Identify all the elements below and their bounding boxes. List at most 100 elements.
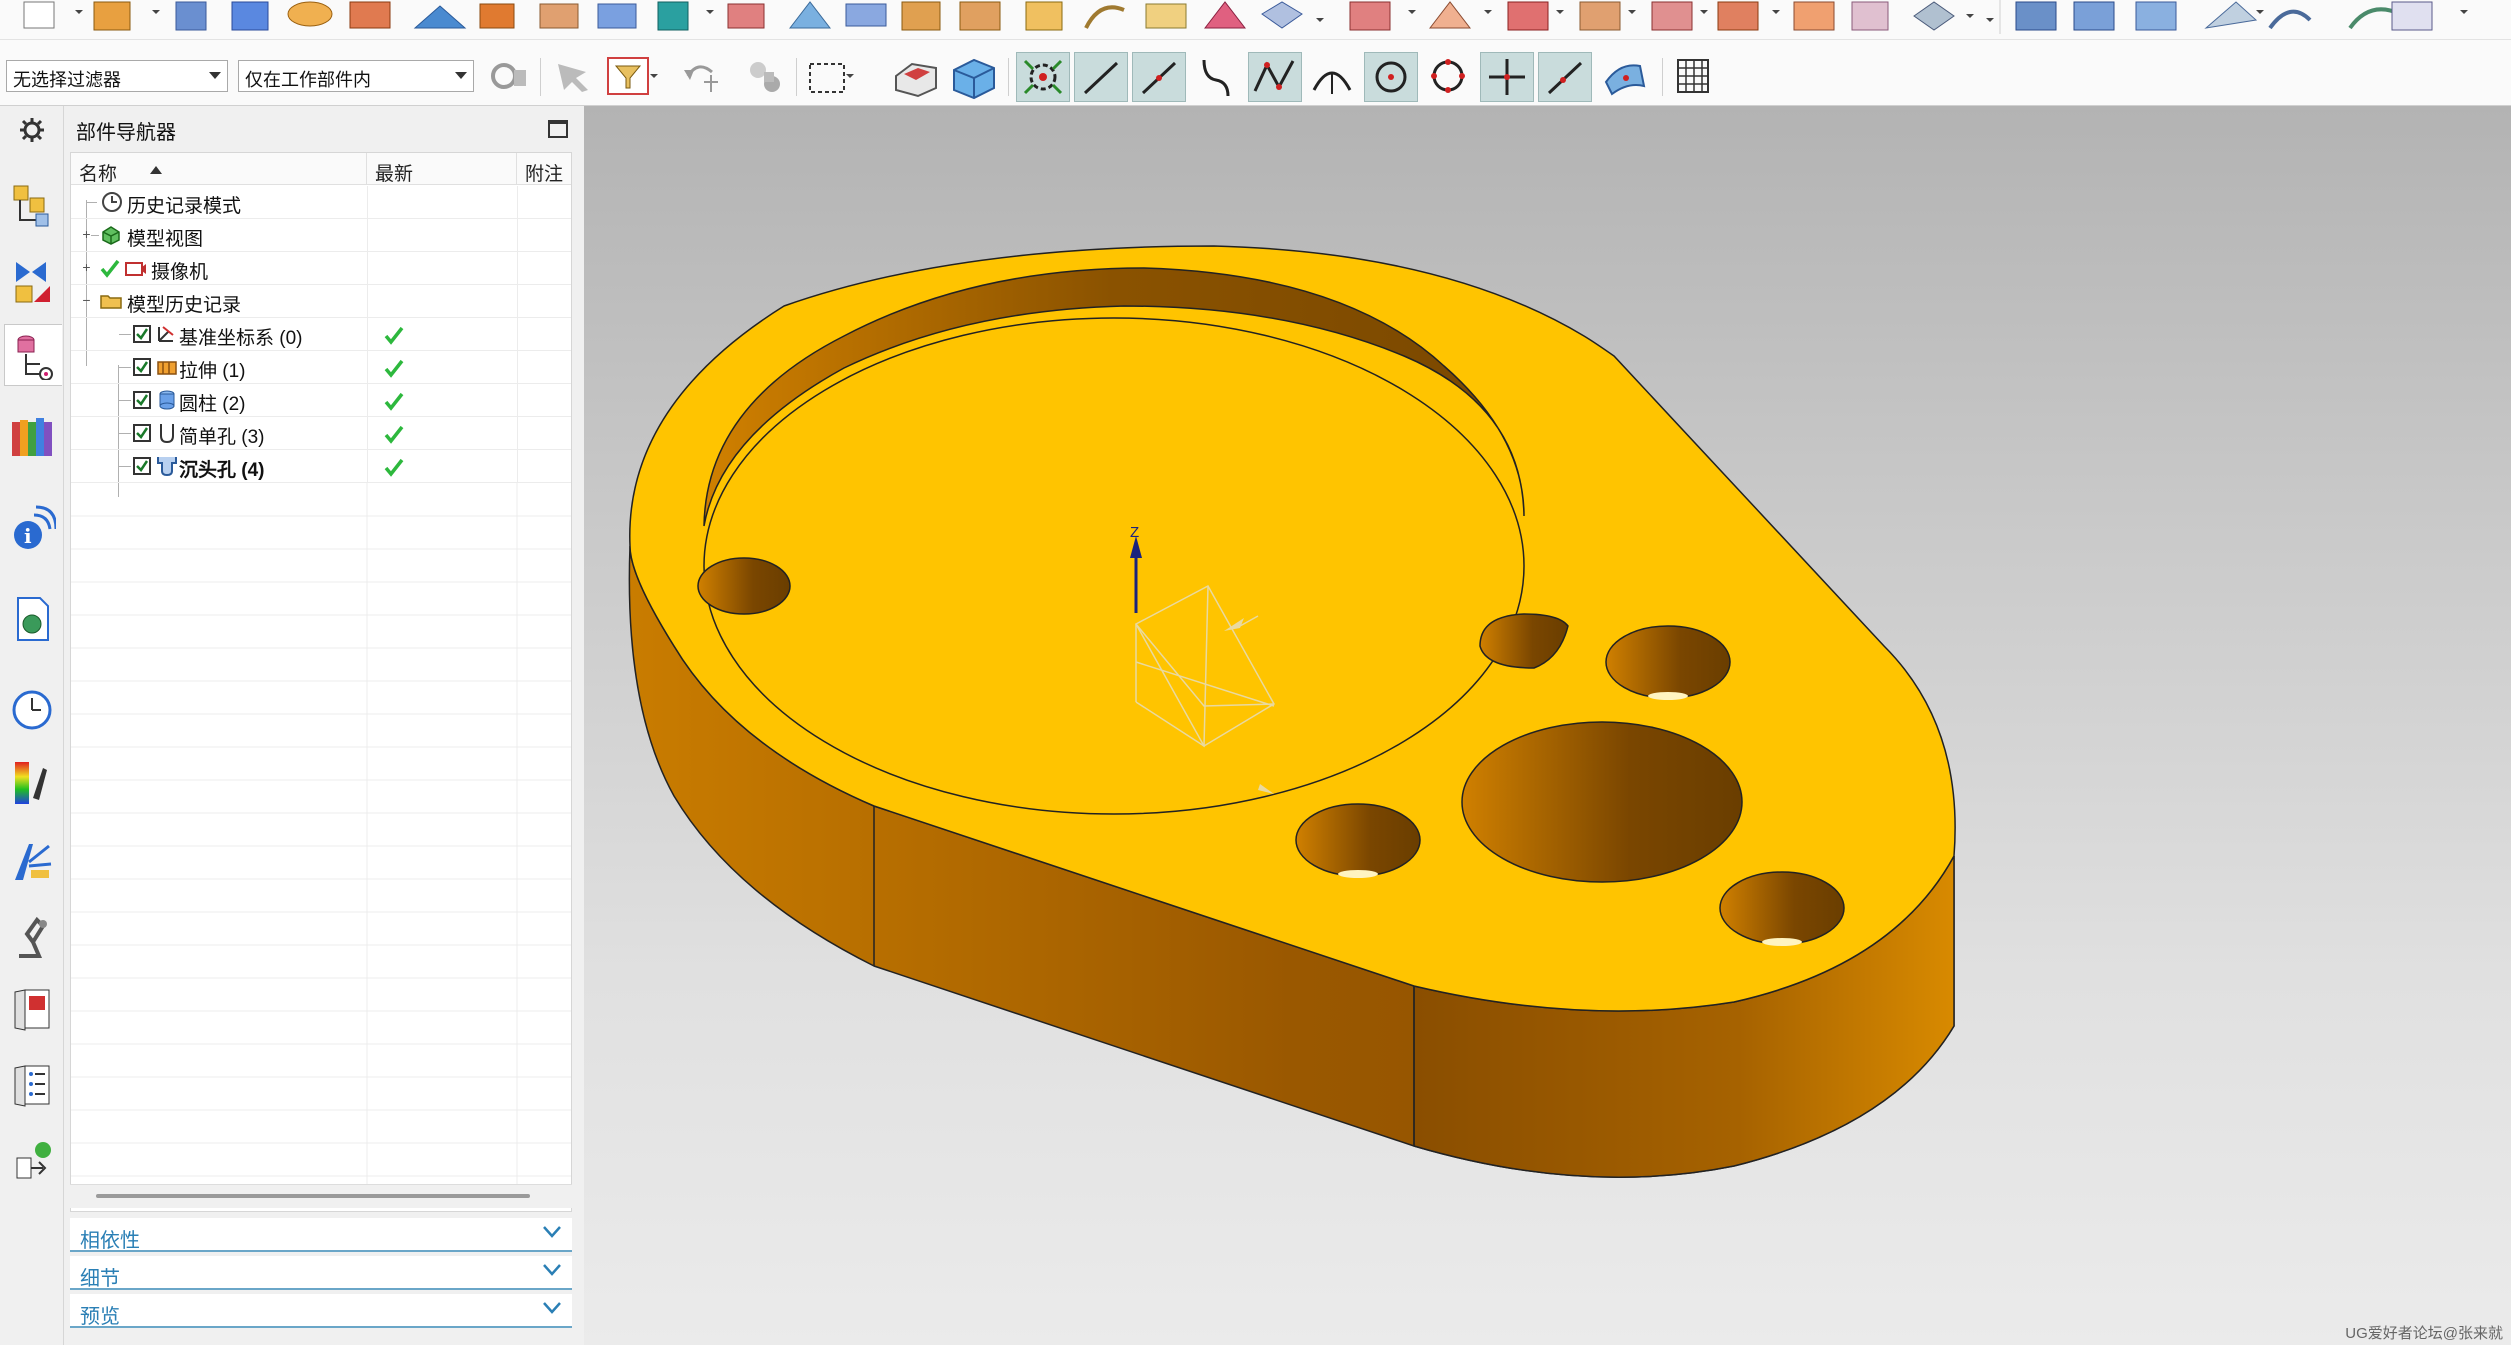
snap-grid-button[interactable]	[1668, 52, 1722, 102]
small-hole-left	[697, 557, 791, 615]
part-model[interactable]	[584, 106, 2511, 1345]
type-filter-combo[interactable]: 无选择过滤器	[6, 60, 228, 92]
column-header-latest[interactable]: 最新	[367, 153, 517, 185]
maximize-icon[interactable]	[548, 120, 568, 138]
tree-connector	[119, 433, 131, 434]
hole-middle	[1295, 803, 1421, 877]
snap-arc-center-button[interactable]	[1306, 52, 1360, 102]
checkbox-tick-icon	[136, 427, 149, 439]
cell-divider	[367, 186, 368, 219]
snap-point-on-face-button[interactable]	[1600, 52, 1654, 102]
resource-bar-settings[interactable]	[4, 110, 60, 150]
selection-scope-combo[interactable]: 仅在工作部件内	[238, 60, 474, 92]
rectangle-select-button[interactable]	[804, 52, 858, 102]
tree-node-model-views[interactable]: + 模型视图	[71, 219, 571, 252]
roles-book-icon	[14, 989, 50, 1031]
circle-center-icon	[1375, 61, 1407, 93]
camera-icon	[125, 262, 146, 276]
model-view-icon	[102, 226, 120, 245]
column-header-attach[interactable]: 附注	[517, 153, 571, 185]
undo-select-button[interactable]	[674, 52, 728, 102]
import-palette-tab[interactable]	[4, 1130, 60, 1192]
manufacturing-wizards-tab[interactable]	[4, 906, 60, 968]
snap-control-point-button[interactable]	[1190, 52, 1244, 102]
suppress-checkbox[interactable]	[133, 457, 151, 475]
tree-node-counterbore-hole[interactable]: 沉头孔 (4)	[71, 450, 571, 483]
snap-point-on-curve-button[interactable]	[1538, 52, 1592, 102]
point-on-curve-icon	[1547, 61, 1583, 95]
system-scene-tab[interactable]	[4, 1054, 60, 1116]
cell-divider	[517, 318, 518, 351]
column-header-name[interactable]: 名称	[71, 153, 367, 185]
tree-node-cameras[interactable]: + 摄像机	[71, 252, 571, 285]
ribbon-feature-icons[interactable]	[0, 0, 2511, 40]
history-palette-tab[interactable]	[4, 588, 60, 650]
snap-existing-point-button[interactable]	[1480, 52, 1534, 102]
axis-z-label: Z	[1130, 524, 1140, 541]
hole-bottom-accent	[1762, 938, 1802, 946]
snap-circle-center-button[interactable]	[1364, 52, 1418, 102]
column-header-attach-label: 附注	[525, 164, 564, 185]
chevron-down-icon	[209, 72, 221, 79]
assembly-navigator-icon	[13, 185, 49, 227]
cell-divider	[517, 417, 518, 450]
process-studio-tab[interactable]	[4, 830, 60, 892]
marquee-icon	[809, 63, 854, 93]
tree-node-simple-hole[interactable]: 简单孔 (3)	[71, 417, 571, 450]
history-tab[interactable]	[4, 678, 60, 740]
cell-divider	[367, 384, 368, 417]
scrollbar-thumb[interactable]	[96, 1194, 530, 1198]
checkbox-tick-icon	[136, 460, 149, 472]
select-body-button[interactable]	[946, 52, 1000, 102]
hole-bottom-accent	[1648, 692, 1688, 700]
tree-node-cylinder[interactable]: 圆柱 (2)	[71, 384, 571, 417]
snap-midpoint-button[interactable]	[1132, 52, 1186, 102]
endpoint-icon	[1083, 61, 1119, 95]
snap-endpoint-button[interactable]	[1074, 52, 1128, 102]
chevron-down-icon	[543, 1264, 561, 1276]
snap-point-icon	[1023, 59, 1063, 95]
select-component-button[interactable]	[548, 52, 602, 102]
part-navigator-tab[interactable]	[4, 324, 62, 386]
palette-gradient-icon	[15, 762, 47, 804]
tree-connector	[87, 202, 97, 203]
filter-icon	[607, 57, 658, 95]
assembly-navigator-tab[interactable]	[4, 174, 60, 236]
details-section[interactable]: 细节	[70, 1256, 572, 1290]
select-faces-button[interactable]	[888, 52, 942, 102]
snap-quadrant-button[interactable]	[1422, 52, 1476, 102]
dependencies-section[interactable]: 相依性	[70, 1218, 572, 1252]
column-header-latest-label: 最新	[375, 164, 414, 185]
document-globe-icon	[17, 597, 49, 641]
tree-node-history-mode[interactable]: 历史记录模式	[71, 186, 571, 219]
resource-bar: i	[0, 106, 64, 1345]
reuse-library-tab[interactable]	[4, 406, 60, 468]
counterbore-hole	[1461, 721, 1743, 883]
show-hide-icon	[750, 62, 780, 92]
tree-node-extrude[interactable]: 拉伸 (1)	[71, 351, 571, 384]
snap-enable-button[interactable]	[1016, 52, 1070, 102]
pocket-floor	[703, 317, 1525, 815]
roles-tab[interactable]	[4, 978, 60, 1040]
show-hide-button[interactable]	[738, 52, 792, 102]
suppress-checkbox[interactable]	[133, 424, 151, 442]
graphics-window[interactable]: Z UG爱好者论坛@张来就	[584, 106, 2511, 1345]
existing-point-icon	[1489, 59, 1525, 95]
cell-divider	[367, 450, 368, 483]
preview-section[interactable]: 预览	[70, 1294, 572, 1328]
filter-button[interactable]	[604, 52, 658, 102]
quadrant-icon	[1431, 59, 1465, 93]
snap-intersection-button[interactable]	[1248, 52, 1302, 102]
web-browser-tab[interactable]: i	[4, 498, 60, 560]
system-materials-tab[interactable]	[4, 752, 60, 814]
cell-divider	[517, 219, 518, 252]
tree-node-model-history[interactable]: − 模型历史记录	[71, 285, 571, 318]
suppress-checkbox[interactable]	[133, 358, 151, 376]
collapse-icon[interactable]: −	[81, 293, 92, 307]
suppress-checkbox[interactable]	[133, 325, 151, 343]
expand-icon[interactable]: +	[81, 260, 92, 274]
gear-filter-button[interactable]	[482, 52, 536, 102]
tree-node-datum-csys[interactable]: 基准坐标系 (0)	[71, 318, 571, 351]
suppress-checkbox[interactable]	[133, 391, 151, 409]
constraint-navigator-tab[interactable]	[4, 250, 60, 312]
